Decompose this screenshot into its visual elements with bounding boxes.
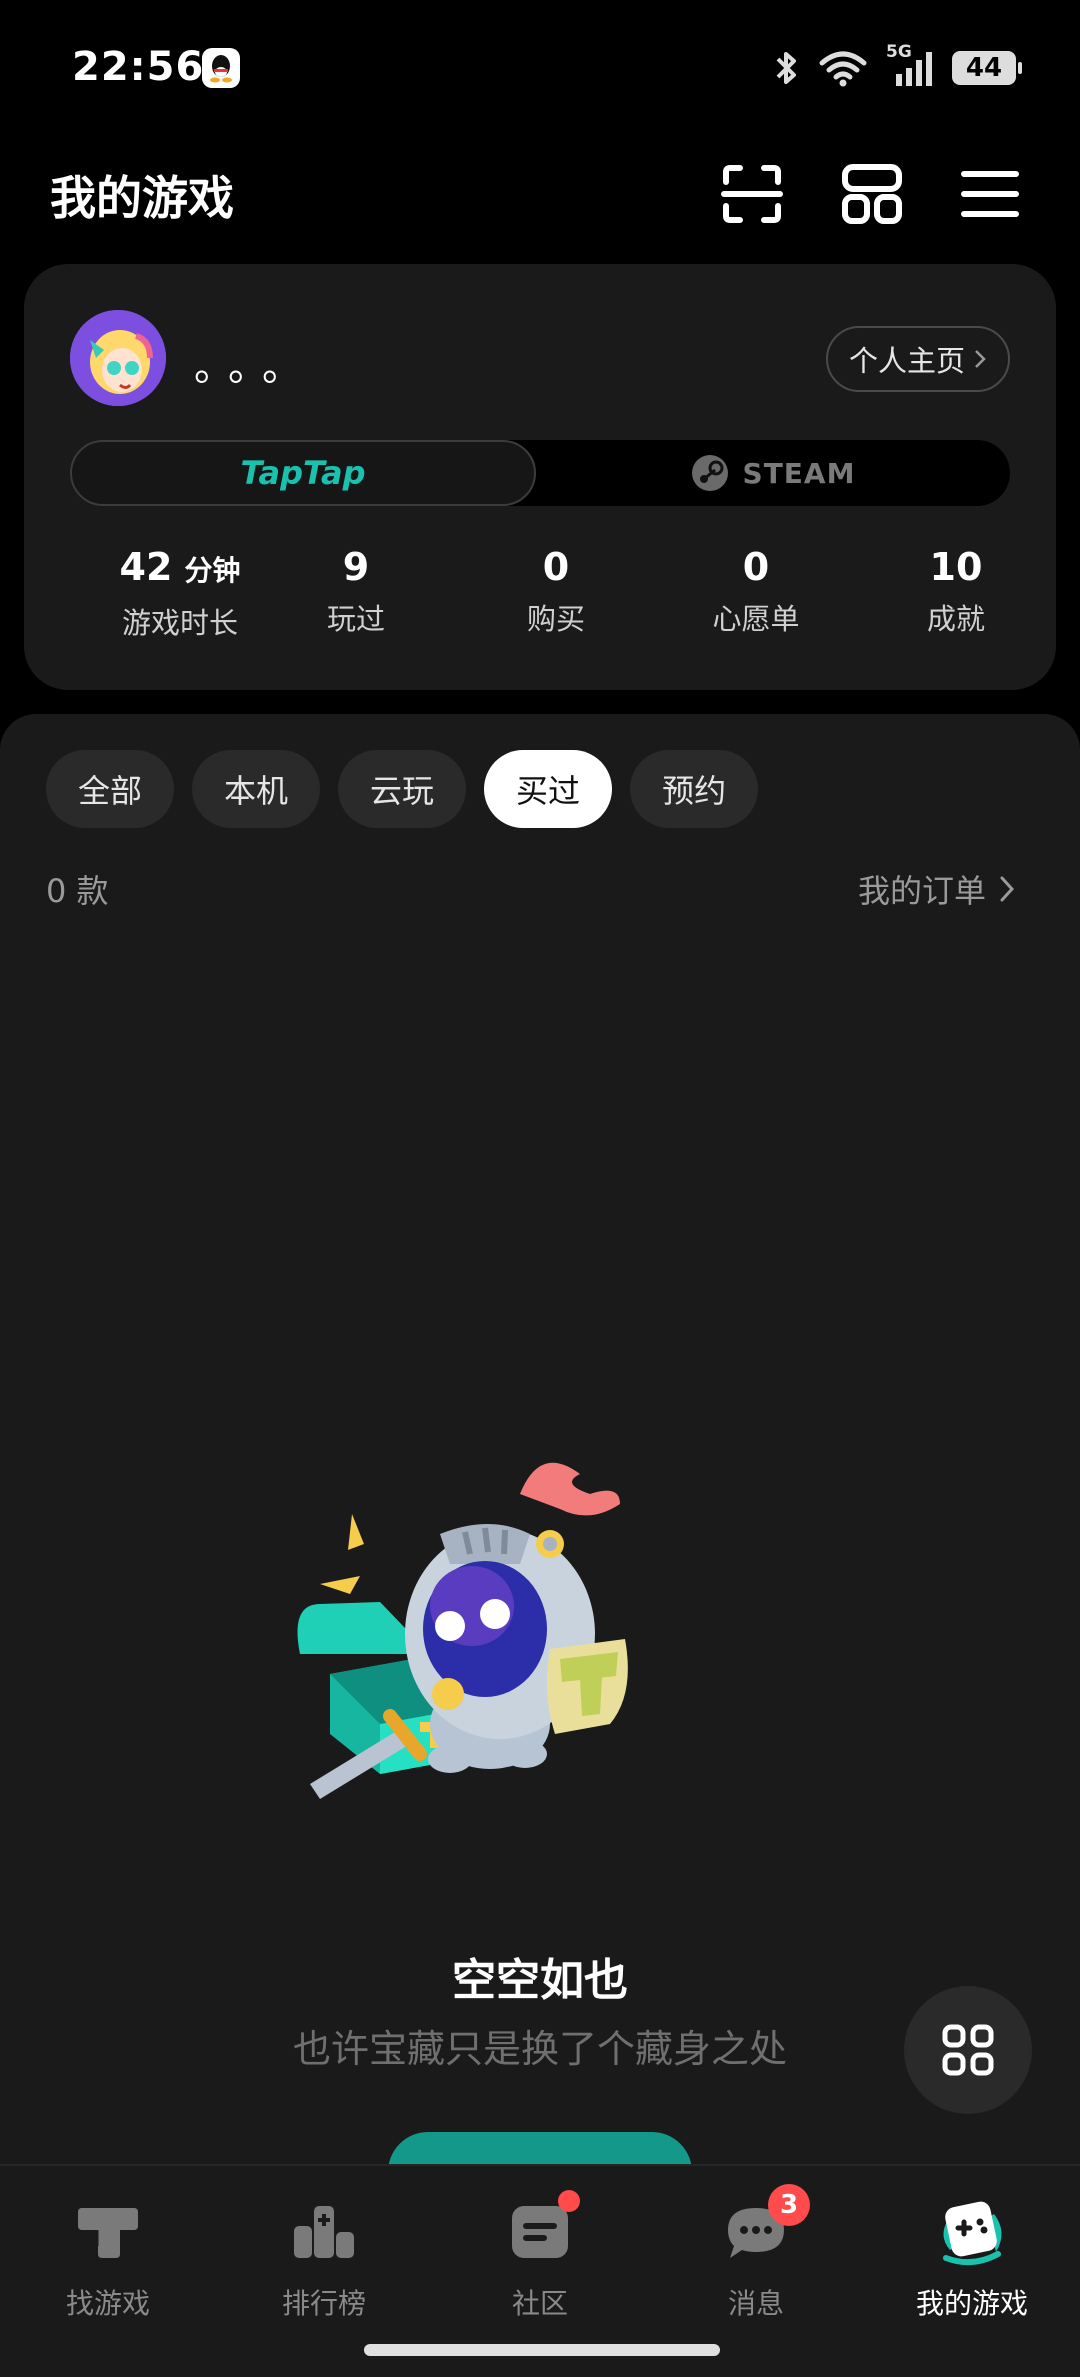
menu-icon[interactable] — [958, 162, 1022, 226]
status-icons: 5G 44 — [774, 42, 1022, 88]
stat-purchased[interactable]: 0 购买 — [456, 542, 656, 638]
qq-notification-icon — [202, 48, 240, 88]
chevron-right-icon — [1000, 876, 1015, 902]
filter-local[interactable]: 本机 — [192, 750, 321, 828]
stat-wishlist[interactable]: 0 心愿单 — [656, 542, 856, 638]
empty-state-illustration — [290, 1454, 820, 1834]
filter-cloud[interactable]: 云玩 — [338, 750, 467, 828]
chevron-right-icon — [975, 350, 986, 368]
platform-taptap-tab[interactable]: TapTap — [70, 440, 536, 506]
network-type: 5G — [886, 42, 912, 62]
cellular-signal-icon: 5G — [886, 42, 934, 88]
platform-steam-tab[interactable]: STEAM — [536, 440, 1010, 506]
stat-value: 0 — [742, 545, 770, 589]
nav-label: 我的游戏 — [915, 2287, 1028, 2320]
stat-label: 玩过 — [326, 602, 385, 636]
steam-icon — [691, 455, 728, 491]
layout-grid-icon[interactable] — [840, 162, 904, 226]
stat-value: 42 — [119, 545, 173, 589]
wifi-icon — [819, 51, 867, 87]
nav-messages[interactable]: 3 消息 — [648, 2184, 864, 2322]
nav-ranking[interactable]: 排行榜 — [216, 2196, 432, 2322]
status-time: 22:56 — [72, 44, 205, 90]
nav-label: 排行榜 — [281, 2287, 366, 2320]
avatar[interactable] — [70, 310, 166, 406]
stat-value: 0 — [542, 545, 570, 589]
my-orders-label: 我的订单 — [857, 872, 986, 910]
nav-my-games[interactable]: 我的游戏 — [864, 2196, 1080, 2322]
battery-indicator: 44 — [952, 51, 1022, 85]
empty-state-title: 空空如也 — [452, 1955, 628, 2006]
grid-icon — [942, 2024, 994, 2076]
my-games-icon — [936, 2196, 1008, 2268]
profile-card: 。。。 个人主页 TapTap STEAM 42 分钟 游戏时长 9 玩过 0 购… — [24, 264, 1056, 690]
filter-purchased[interactable]: 买过 — [484, 750, 613, 828]
empty-state-action-button[interactable] — [388, 2132, 692, 2164]
nav-find-games[interactable]: 找游戏 — [0, 2196, 216, 2322]
stat-value: 10 — [929, 545, 983, 589]
notification-dot — [558, 2190, 580, 2212]
header: 我的游戏 — [0, 140, 1080, 260]
nav-label: 社区 — [511, 2287, 568, 2320]
stat-played[interactable]: 9 玩过 — [256, 542, 456, 638]
profile-home-label: 个人主页 — [848, 344, 965, 378]
status-bar: 22:56 5G 44 — [0, 0, 1080, 140]
profile-home-button[interactable]: 个人主页 — [826, 326, 1010, 392]
filter-all[interactable]: 全部 — [46, 750, 175, 828]
community-icon — [504, 2190, 580, 2268]
games-list-panel: 全部 本机 云玩 买过 预约 0 款 我的订单 空空如也 也许宝藏只是换了个藏身… — [0, 714, 1080, 2164]
nav-community[interactable]: 社区 — [432, 2190, 648, 2322]
unread-badge: 3 — [768, 2184, 810, 2226]
ranking-icon — [288, 2196, 360, 2268]
stat-unit: 分钟 — [184, 554, 241, 587]
filter-reserved[interactable]: 预约 — [630, 750, 759, 828]
username: 。。。 — [194, 344, 316, 390]
taptap-logo-text: TapTap — [240, 454, 366, 492]
stat-playtime[interactable]: 42 分钟 游戏时长 — [80, 542, 280, 642]
stat-label: 成就 — [926, 602, 985, 636]
scan-icon[interactable] — [720, 162, 784, 226]
floating-grid-button[interactable] — [904, 1986, 1032, 2114]
game-count: 0 款 — [46, 872, 109, 910]
stat-label: 购买 — [526, 602, 585, 636]
my-orders-link[interactable]: 我的订单 — [858, 866, 1016, 912]
filter-chips: 全部 本机 云玩 买过 预约 — [46, 750, 759, 828]
steam-label: STEAM — [742, 456, 856, 490]
nav-label: 消息 — [727, 2287, 784, 2320]
stat-label: 心愿单 — [712, 602, 800, 636]
home-indicator — [364, 2344, 720, 2356]
messages-icon: 3 — [720, 2184, 810, 2268]
page-title: 我的游戏 — [50, 171, 234, 225]
stat-value: 9 — [342, 545, 370, 589]
stat-achievements[interactable]: 10 成就 — [856, 542, 1056, 638]
find-games-icon — [72, 2196, 144, 2268]
platform-switch: TapTap STEAM — [70, 440, 1010, 506]
bluetooth-icon — [776, 52, 796, 84]
nav-label: 找游戏 — [65, 2287, 150, 2320]
stat-label: 游戏时长 — [121, 606, 238, 640]
stats-row: 42 分钟 游戏时长 9 玩过 0 购买 0 心愿单 10 成就 — [24, 542, 1056, 662]
